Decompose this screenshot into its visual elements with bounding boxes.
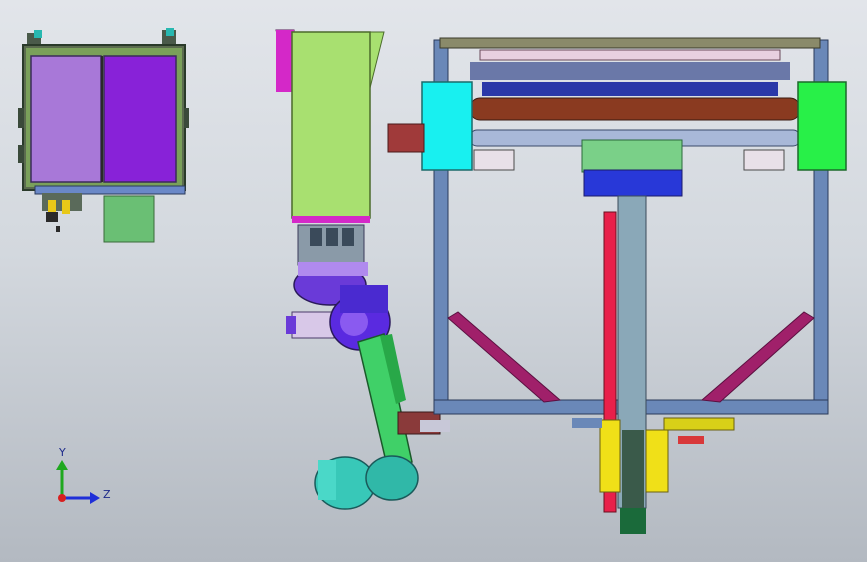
green-end-block (797, 81, 847, 171)
motor-end-cap (286, 316, 296, 334)
mount-block-3 (342, 228, 354, 246)
hopper-bottom-lip (292, 216, 370, 223)
side-detail-left (473, 149, 515, 171)
lower-bracket (663, 417, 735, 431)
mount-block-1 (310, 228, 322, 246)
side-motor (387, 123, 425, 153)
red-coupler (678, 436, 704, 444)
column-foot (620, 508, 646, 534)
cabinet-bottom-rail (34, 185, 186, 195)
hopper-assembly[interactable] (275, 29, 385, 223)
cabinet-panel-right (103, 55, 177, 183)
lower-plate (572, 418, 602, 428)
cabinet-foot-left (46, 212, 58, 222)
drive-bar (482, 82, 778, 96)
top-guide-rail (479, 49, 781, 61)
cad-viewport[interactable]: Y Z (0, 0, 867, 562)
cabinet-panel-left (30, 55, 102, 183)
clamp-cap-right (166, 28, 174, 36)
triad-y-arrow (56, 460, 68, 470)
hopper-body (291, 31, 371, 219)
mount-block-2 (326, 228, 338, 246)
blue-motor (583, 169, 683, 197)
yellow-connector-2 (62, 200, 70, 214)
handle-left-2 (18, 145, 24, 163)
coordinate-triad: Y Z (56, 446, 111, 504)
cabinet-green-block (103, 195, 155, 243)
center-drive (581, 139, 683, 173)
triad-x-origin (58, 494, 66, 502)
robot-wrist-motor-2 (365, 455, 419, 501)
cyan-end-block (421, 81, 473, 171)
handle-left (18, 108, 24, 128)
cabinet-pin (56, 226, 60, 232)
cad-drawing[interactable]: Y Z (0, 0, 867, 562)
roller-main (469, 97, 801, 121)
frame-top-rail (439, 37, 821, 49)
triad-z-label: Z (103, 488, 111, 501)
yellow-plate-right (645, 429, 669, 493)
robot-upper-housing (340, 285, 388, 313)
machine-frame[interactable] (387, 37, 847, 534)
clamp-cap-left (34, 30, 42, 38)
robot-shoulder-ring (298, 262, 368, 276)
robot-motor-side (291, 311, 335, 339)
motor-fins (318, 460, 336, 500)
triad-z-arrow (90, 492, 100, 504)
yellow-plate-left (599, 419, 621, 493)
cabinet-assembly[interactable] (18, 28, 189, 243)
tool-gripper (420, 420, 450, 432)
yellow-connector-1 (48, 200, 56, 214)
triad-y-label: Y (58, 446, 66, 459)
brace-right (700, 311, 815, 403)
robot-arm[interactable] (286, 224, 450, 510)
handle-right (184, 108, 189, 128)
top-mechanism (470, 62, 790, 80)
column-base (622, 430, 644, 510)
brace-left (447, 311, 562, 403)
side-detail-right (743, 149, 785, 171)
